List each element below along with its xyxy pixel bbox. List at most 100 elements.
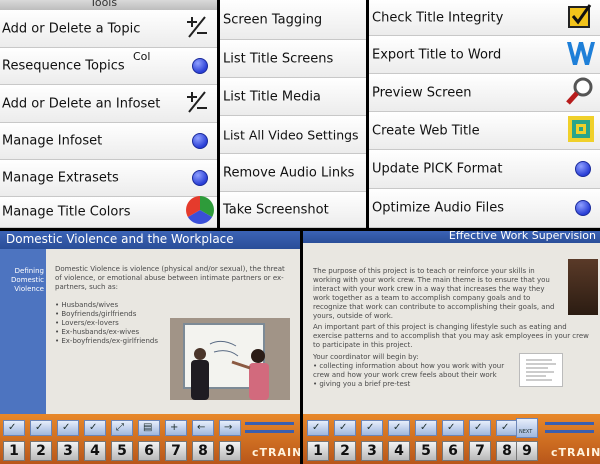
menu-item-label: Check Title Integrity [372, 10, 504, 25]
page-number-button[interactable]: 2 [334, 441, 356, 461]
menu-item-list-title-media[interactable]: List Title Media [220, 78, 366, 116]
plus-minus-icon [185, 90, 209, 118]
slide-photo-product [568, 259, 598, 315]
bullet-item: • Lovers/ex-lovers [55, 319, 119, 327]
blue-circle-icon [192, 58, 208, 74]
page-number-button[interactable]: 1 [307, 441, 329, 461]
page-number-button[interactable]: 7 [469, 441, 491, 461]
page-number-button[interactable]: 5 [111, 441, 133, 461]
slide-photo-whiteboard [170, 318, 290, 400]
slide-paragraph: The purpose of this project is to teach … [313, 267, 555, 320]
slide-paragraph: Your coordinator will begin by: [313, 353, 419, 361]
page-number-button[interactable]: 4 [84, 441, 106, 461]
nav-button[interactable]: ✓ [84, 420, 106, 436]
bullet-item: • Boyfriends/girlfriends [55, 310, 137, 318]
col-overlay-label: Col [133, 50, 151, 63]
nav-button[interactable]: ✓ [361, 420, 383, 436]
menu-item-check-title-integrity[interactable]: Check Title Integrity [369, 0, 600, 36]
menu-item-optimize-audio-files[interactable]: Optimize Audio Files [369, 189, 600, 228]
page-number-button[interactable]: 6 [138, 441, 160, 461]
nav-button[interactable]: ✓ [442, 420, 464, 436]
menu-item-list-title-screens[interactable]: List Title Screens [220, 40, 366, 78]
color-wheel-icon [185, 195, 215, 228]
tools-header-label: Tools [90, 0, 118, 9]
blue-circle-icon [575, 200, 591, 216]
page-number-button[interactable]: 1 [3, 441, 25, 461]
footer-stripe [545, 430, 594, 433]
page-number-button[interactable]: 2 [30, 441, 52, 461]
nav-button[interactable]: ✓ [57, 420, 79, 436]
menu-item-remove-audio-links[interactable]: Remove Audio Links [220, 154, 366, 192]
menu-item-list-all-video-settings[interactable]: List All Video Settings [220, 116, 366, 154]
bullet-item: • Ex-boyfriends/ex-girlfriends [55, 337, 158, 345]
magnifier-icon [566, 77, 594, 109]
menu-item-add-delete-topic[interactable]: Add or Delete a Topic [0, 10, 217, 48]
nav-button[interactable]: ✓ [30, 420, 52, 436]
brand-logo-text: cTRAIN [551, 446, 600, 459]
page-number-button[interactable]: 7 [165, 441, 187, 461]
next-button-label: NEXT [519, 429, 533, 435]
slide-content-area: The purpose of this project is to teach … [303, 243, 600, 414]
page-number-button[interactable]: 9 [516, 441, 538, 461]
menu-item-manage-infoset[interactable]: Manage Infoset [0, 123, 217, 160]
page-number-button[interactable]: 8 [496, 441, 518, 461]
nav-button[interactable]: ✓ [3, 420, 25, 436]
blue-circle-icon [192, 133, 208, 149]
menu-item-export-title-to-word[interactable]: Export Title to Word [369, 36, 600, 74]
brand-logo-text: cTRAIN [252, 446, 300, 459]
menu-item-label: Take Screenshot [223, 202, 329, 217]
menu-item-label: Create Web Title [372, 123, 480, 138]
page-number-button[interactable]: 3 [361, 441, 383, 461]
menu-item-label: Export Title to Word [372, 47, 502, 62]
page-number-button[interactable]: 5 [415, 441, 437, 461]
nav-button[interactable]: ✓ [334, 420, 356, 436]
menu-item-screen-tagging[interactable]: Screen Tagging [220, 0, 366, 40]
slide-title-bar: Effective Work Supervision [303, 231, 600, 243]
page-number-button[interactable]: 9 [219, 441, 241, 461]
menu-item-label: List Title Media [223, 89, 321, 104]
bullet-item: • Ex-husbands/ex-wives [55, 328, 140, 336]
menu-item-label: Optimize Audio Files [372, 200, 505, 216]
menu-item-label: Preview Screen [372, 85, 472, 100]
nav-button[interactable]: ✓ [388, 420, 410, 436]
slide-effective-work-supervision: Effective Work Supervision The purpose o… [303, 231, 600, 464]
menu-item-resequence-topics[interactable]: Resequence Topics Col [0, 48, 217, 85]
menu-item-manage-title-colors[interactable]: Manage Title Colors [0, 195, 217, 228]
menu-item-add-delete-infoset[interactable]: Add or Delete an Infoset [0, 85, 217, 123]
nav-button[interactable]: ✓ [469, 420, 491, 436]
next-button[interactable]: NEXT [516, 418, 538, 438]
page-number-button[interactable]: 3 [57, 441, 79, 461]
nav-button[interactable]: ⤢ [111, 420, 133, 436]
footer-stripe [245, 430, 294, 433]
menu-item-manage-extrasets[interactable]: Manage Extrasets [0, 160, 217, 197]
slide-footer: ✓ ✓ ✓ ✓ ✓ ✓ ✓ ✓ NEXT 1 2 3 4 5 6 7 8 9 c… [303, 414, 600, 464]
nav-button[interactable]: ✓ [496, 420, 518, 436]
menu-item-label: Update PICK Format [372, 161, 503, 177]
nav-button[interactable]: + [165, 420, 187, 436]
nav-button[interactable]: ✓ [415, 420, 437, 436]
menu-item-label: List Title Screens [223, 51, 334, 66]
slide-intro-text: Domestic Violence is violence (physical … [55, 265, 285, 291]
slide-bullet-list: • Husbands/wives • Boyfriends/girlfriend… [55, 301, 158, 346]
nav-button[interactable]: ✓ [307, 420, 329, 436]
page-number-button[interactable]: 6 [442, 441, 464, 461]
menu-item-label: Add or Delete an Infoset [2, 96, 161, 111]
menu-item-label: Remove Audio Links [223, 165, 355, 180]
menu-item-take-screenshot[interactable]: Take Screenshot [220, 192, 366, 228]
footer-stripe [545, 422, 594, 425]
checkbox-icon [568, 3, 592, 32]
menu-item-preview-screen[interactable]: Preview Screen [369, 74, 600, 112]
slide-content-area: Defining Domestic Violence Domestic Viol… [0, 249, 300, 414]
slide-domestic-violence: Domestic Violence and the Workplace Defi… [0, 231, 300, 464]
nav-button[interactable]: ← [192, 420, 214, 436]
menu-item-update-pick-format[interactable]: Update PICK Format [369, 150, 600, 189]
bullet-item: • giving you a brief pre-test [313, 380, 411, 388]
menu-item-create-web-title[interactable]: Create Web Title [369, 112, 600, 150]
nav-button[interactable]: → [219, 420, 241, 436]
menu-item-label: Add or Delete a Topic [2, 21, 141, 36]
slide-title: Domestic Violence and the Workplace [6, 232, 234, 246]
menu-item-label: List All Video Settings [223, 127, 359, 142]
nav-button[interactable]: ▤ [138, 420, 160, 436]
page-number-button[interactable]: 4 [388, 441, 410, 461]
page-number-button[interactable]: 8 [192, 441, 214, 461]
